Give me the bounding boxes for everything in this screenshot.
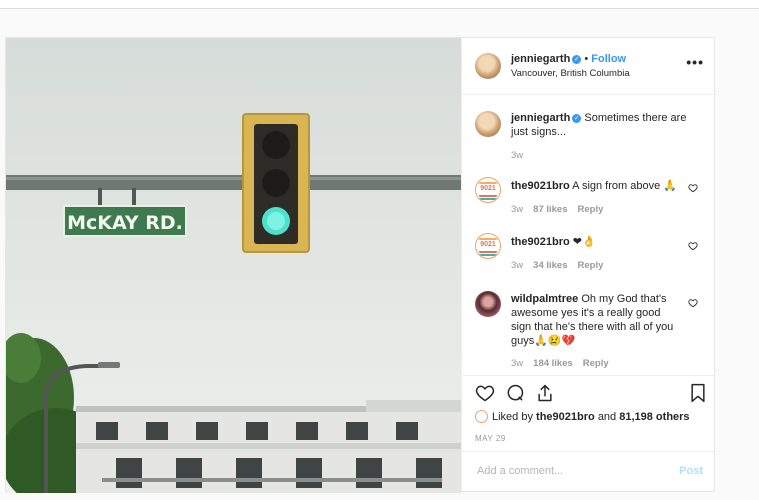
comment-time: 3w [511, 358, 524, 369]
post-comment-button[interactable]: Post [679, 465, 703, 477]
comment-text: the9021bro A sign from above 🙏 [511, 179, 691, 193]
comment-body: A sign from above 🙏 [572, 180, 677, 192]
comment-item: 9021 the9021bro ❤👌 3w 34 likes Reply [462, 231, 716, 277]
verified-badge-icon: ✓ [572, 114, 582, 123]
traffic-light-photo: McKAY RD. [6, 38, 461, 493]
comment-item: 9021 the9021bro A sign from above 🙏 3w 87… [462, 175, 716, 221]
caption-time: 3w [511, 150, 524, 161]
actions-divider [462, 375, 716, 376]
author-avatar[interactable] [475, 53, 501, 79]
caption-text: jenniegarth ✓ Sometimes there are just si… [511, 111, 691, 139]
comment-username[interactable]: the9021bro [511, 180, 570, 192]
commenter-avatar[interactable] [475, 291, 501, 317]
like-heart-icon[interactable] [475, 383, 495, 403]
comment-text: wildpalmtree Oh my God that's awesome ye… [511, 292, 681, 348]
comment-meta: 3w 184 likes Reply [511, 358, 609, 369]
reply-button[interactable]: Reply [583, 358, 609, 369]
caption-username[interactable]: jenniegarth [511, 112, 570, 124]
separator-dot: • [584, 53, 589, 65]
top-navigation-bar [0, 0, 759, 9]
comment-meta: 3w 87 likes Reply [511, 204, 603, 215]
post-header: jenniegarth ✓ • Follow Vancouver, British… [462, 38, 716, 95]
caption-avatar[interactable] [475, 111, 501, 137]
post-location[interactable]: Vancouver, British Columbia [511, 68, 630, 79]
liker-avatar[interactable] [475, 410, 488, 423]
share-icon[interactable] [535, 383, 555, 403]
commenter-avatar[interactable]: 9021 [475, 177, 501, 203]
add-comment-bar: Post [462, 451, 716, 492]
likes-summary: Liked by the9021bro and 81,198 others [475, 410, 690, 423]
liker-username[interactable]: the9021bro [536, 411, 595, 423]
add-comment-input[interactable] [475, 464, 669, 478]
reply-button[interactable]: Reply [578, 260, 604, 271]
comment-time: 3w [511, 260, 524, 271]
likes-count[interactable]: 81,198 others [619, 411, 689, 423]
instagram-post: McKAY RD. jenniegarth ✓ • Follow Vancouv… [5, 37, 716, 493]
commenter-avatar[interactable]: 9021 [475, 233, 501, 259]
like-comment-heart-icon[interactable] [688, 241, 698, 251]
comment-bubble-icon[interactable] [505, 383, 525, 403]
comment-text: the9021bro ❤👌 [511, 235, 691, 249]
post-photo[interactable]: McKAY RD. [6, 38, 461, 493]
verified-badge-icon: ✓ [572, 55, 582, 64]
comment-body: ❤👌 [572, 236, 596, 248]
post-actions [475, 383, 707, 405]
street-sign-text: McKAY RD. [67, 212, 183, 234]
reply-button[interactable]: Reply [578, 204, 604, 215]
post-side-panel: jenniegarth ✓ • Follow Vancouver, British… [461, 38, 716, 491]
save-bookmark-icon[interactable] [689, 383, 707, 403]
like-comment-heart-icon[interactable] [688, 298, 698, 308]
comment-likes[interactable]: 87 likes [533, 204, 567, 215]
caption: jenniegarth ✓ Sometimes there are just si… [462, 106, 716, 166]
comment-username[interactable]: the9021bro [511, 236, 570, 248]
follow-button[interactable]: Follow [591, 53, 626, 65]
comment-meta: 3w 34 likes Reply [511, 260, 603, 271]
comment-time: 3w [511, 204, 524, 215]
comment-likes[interactable]: 34 likes [533, 260, 567, 271]
author-username[interactable]: jenniegarth [511, 53, 570, 65]
comment-likes[interactable]: 184 likes [533, 358, 573, 369]
like-comment-heart-icon[interactable] [688, 183, 698, 193]
comment-item: wildpalmtree Oh my God that's awesome ye… [462, 288, 716, 369]
comment-username[interactable]: wildpalmtree [511, 293, 578, 305]
post-date[interactable]: MAY 29 [475, 434, 506, 443]
author-line: jenniegarth ✓ • Follow [511, 53, 626, 65]
more-options-icon[interactable]: ••• [686, 54, 704, 70]
